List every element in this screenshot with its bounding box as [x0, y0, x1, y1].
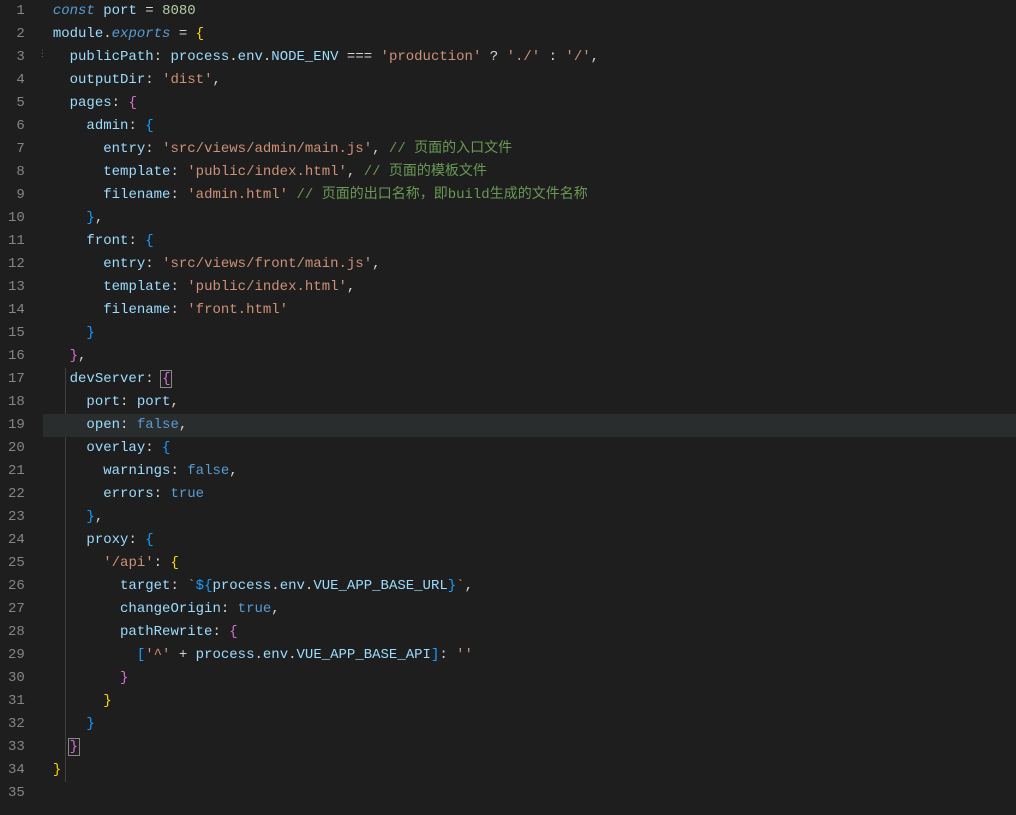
line-number: 9: [8, 184, 25, 207]
line-number: 16: [8, 345, 25, 368]
line-number: 33: [8, 736, 25, 759]
code-line[interactable]: },: [53, 207, 1016, 230]
line-number: 24: [8, 529, 25, 552]
line-number: 20: [8, 437, 25, 460]
line-number: 4: [8, 69, 25, 92]
code-line[interactable]: template: 'public/index.html', // 页面的模板文…: [53, 161, 1016, 184]
code-line[interactable]: changeOrigin: true,: [53, 598, 1016, 621]
line-number: 21: [8, 460, 25, 483]
code-line[interactable]: errors: true: [53, 483, 1016, 506]
active-line-highlight: [43, 414, 1016, 437]
line-number: 26: [8, 575, 25, 598]
code-line[interactable]: },: [53, 345, 1016, 368]
line-number: 3: [8, 46, 25, 69]
code-line[interactable]: }: [53, 736, 1016, 759]
code-line[interactable]: filename: 'front.html': [53, 299, 1016, 322]
code-line[interactable]: ['^' + process.env.VUE_APP_BASE_API]: '': [53, 644, 1016, 667]
code-line[interactable]: '/api': {: [53, 552, 1016, 575]
code-line[interactable]: front: {: [53, 230, 1016, 253]
code-line[interactable]: module.exports = {: [53, 23, 1016, 46]
line-number: 12: [8, 253, 25, 276]
code-line[interactable]: }: [53, 713, 1016, 736]
line-number: 34: [8, 759, 25, 782]
line-number: 30: [8, 667, 25, 690]
line-number: 17: [8, 368, 25, 391]
code-line[interactable]: entry: 'src/views/front/main.js',: [53, 253, 1016, 276]
code-line[interactable]: template: 'public/index.html',: [53, 276, 1016, 299]
line-gutter: 1234567891011121314151617181920212223242…: [0, 0, 43, 815]
line-number: 18: [8, 391, 25, 414]
code-line[interactable]: pathRewrite: {: [53, 621, 1016, 644]
line-number: 19: [8, 414, 25, 437]
line-number: 1: [8, 0, 25, 23]
code-line[interactable]: outputDir: 'dist',: [53, 69, 1016, 92]
code-line[interactable]: target: `${process.env.VUE_APP_BASE_URL}…: [53, 575, 1016, 598]
line-number: 28: [8, 621, 25, 644]
code-line[interactable]: }: [53, 322, 1016, 345]
fold-dots-icon: ⋮: [38, 43, 46, 66]
line-number: 14: [8, 299, 25, 322]
line-number: 25: [8, 552, 25, 575]
code-content[interactable]: ⋮ const port = 8080 module.exports = { p…: [43, 0, 1016, 815]
line-number: 13: [8, 276, 25, 299]
line-number: 6: [8, 115, 25, 138]
line-number: 22: [8, 483, 25, 506]
code-line[interactable]: },: [53, 506, 1016, 529]
line-number: 29: [8, 644, 25, 667]
code-line[interactable]: }: [53, 759, 1016, 782]
code-line[interactable]: devServer: {: [53, 368, 1016, 391]
line-number: 5: [8, 92, 25, 115]
code-line[interactable]: const port = 8080: [53, 0, 1016, 23]
line-number: 32: [8, 713, 25, 736]
code-line[interactable]: filename: 'admin.html' // 页面的出口名称，即build…: [53, 184, 1016, 207]
line-number: 2: [8, 23, 25, 46]
line-number: 31: [8, 690, 25, 713]
code-editor[interactable]: 1234567891011121314151617181920212223242…: [0, 0, 1016, 815]
code-line[interactable]: overlay: {: [53, 437, 1016, 460]
line-number: 23: [8, 506, 25, 529]
code-line[interactable]: }: [53, 667, 1016, 690]
line-number: 15: [8, 322, 25, 345]
code-line[interactable]: open: false,: [53, 414, 1016, 437]
code-line[interactable]: admin: {: [53, 115, 1016, 138]
code-line[interactable]: proxy: {: [53, 529, 1016, 552]
line-number: 27: [8, 598, 25, 621]
line-number: 10: [8, 207, 25, 230]
line-number: 11: [8, 230, 25, 253]
code-line[interactable]: }: [53, 690, 1016, 713]
code-line[interactable]: port: port,: [53, 391, 1016, 414]
line-number: 7: [8, 138, 25, 161]
code-line[interactable]: publicPath: process.env.NODE_ENV === 'pr…: [53, 46, 1016, 69]
line-number: 35: [8, 782, 25, 805]
code-line[interactable]: warnings: false,: [53, 460, 1016, 483]
code-line[interactable]: [53, 782, 1016, 805]
code-line[interactable]: pages: {: [53, 92, 1016, 115]
line-number: 8: [8, 161, 25, 184]
code-line[interactable]: entry: 'src/views/admin/main.js', // 页面的…: [53, 138, 1016, 161]
